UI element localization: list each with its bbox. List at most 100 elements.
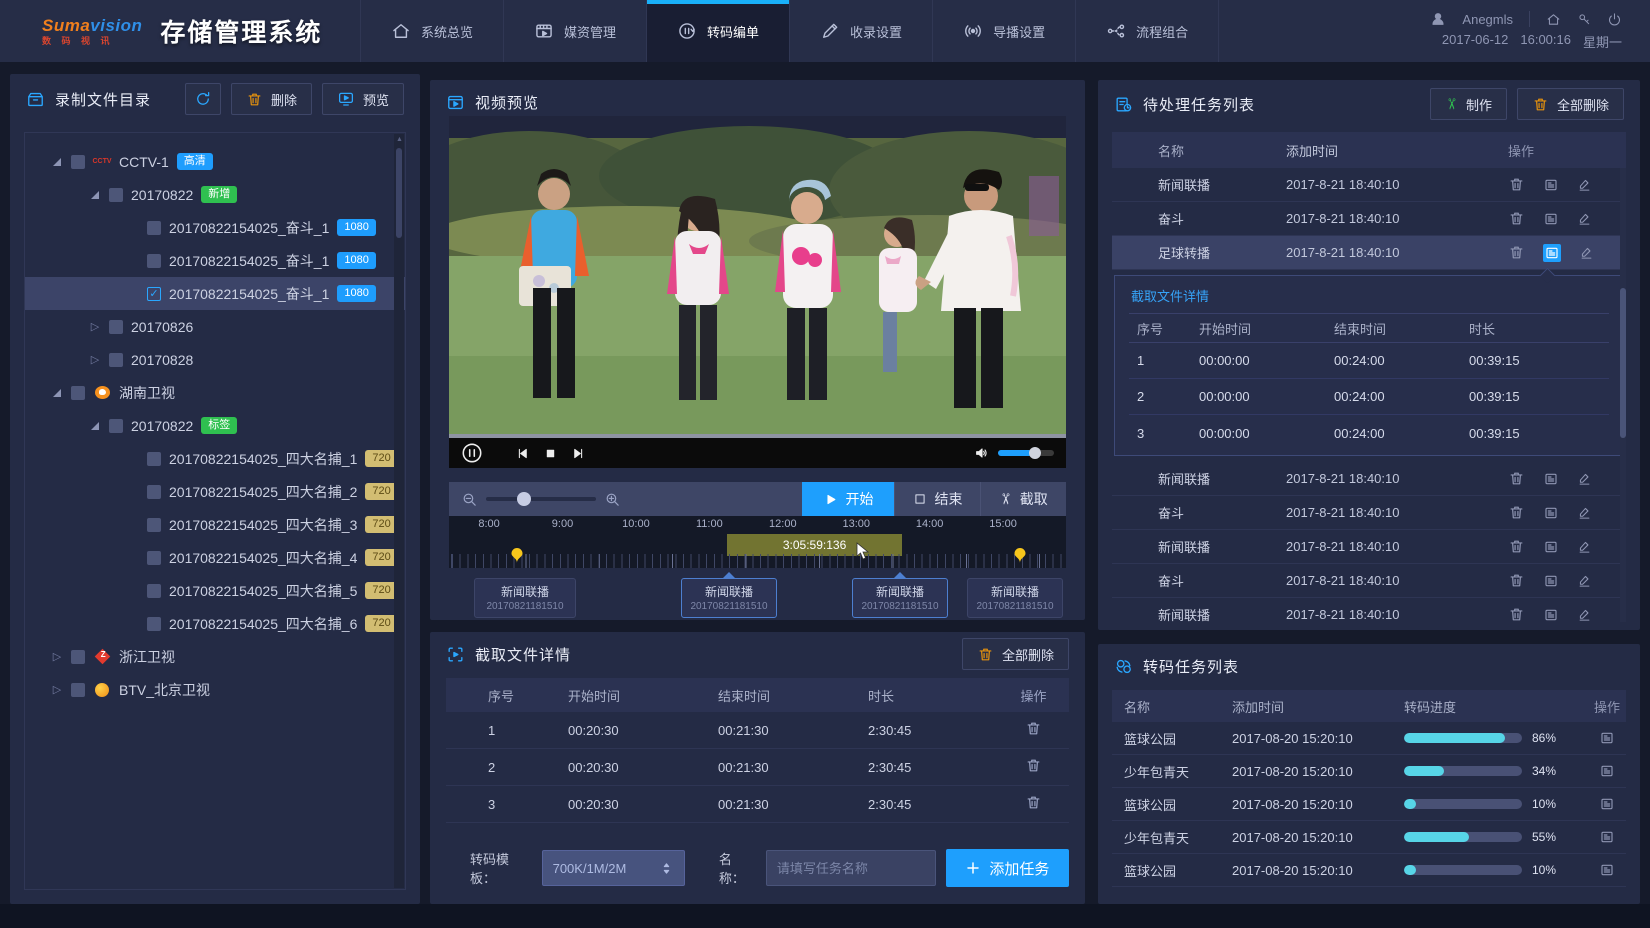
volume-icon[interactable] (974, 445, 990, 461)
edit-task-icon[interactable] (1579, 245, 1594, 260)
tree-checkbox[interactable] (147, 452, 161, 466)
pending-task-row[interactable]: 新闻联播2017-8-21 18:40:10 (1112, 168, 1626, 202)
tree-item[interactable]: ✓20170822154025_奋斗_11080 (25, 277, 405, 310)
make-button[interactable]: ✂制作 (1430, 88, 1507, 120)
home-shortcut-icon[interactable] (1546, 12, 1561, 27)
next-button[interactable] (571, 446, 586, 461)
pending-task-row[interactable]: 新闻联播2017-8-21 18:40:10 (1112, 530, 1626, 564)
detail-list-icon[interactable] (1599, 796, 1615, 812)
tree-checkbox[interactable] (147, 584, 161, 598)
tree-checkbox[interactable] (147, 617, 161, 631)
tree-item[interactable]: 20170822154025_四大名捕_4720 (25, 541, 405, 574)
pending-task-row[interactable]: 新闻联播2017-8-21 18:40:10 (1112, 462, 1626, 496)
program-block[interactable]: 新闻联播20170821181510 (852, 578, 948, 618)
tree-checkbox[interactable] (109, 320, 123, 334)
edit-task-icon[interactable] (1577, 607, 1592, 622)
tree-item[interactable]: 20170822标签 (25, 409, 405, 442)
edit-task-icon[interactable] (1577, 211, 1592, 226)
detail-list-icon[interactable] (1543, 244, 1561, 262)
program-block[interactable]: 新闻联播20170821181510 (967, 578, 1063, 618)
zoom-out-icon[interactable] (461, 491, 478, 508)
timeline-selection[interactable]: 3:05:59:136 (727, 534, 903, 556)
previous-button[interactable] (515, 446, 530, 461)
task-name-input[interactable] (766, 850, 936, 886)
expand-icon[interactable]: ▷ (89, 320, 101, 333)
delete-task-icon[interactable] (1508, 210, 1525, 227)
expand-icon[interactable]: ▷ (89, 353, 101, 366)
delete-task-icon[interactable] (1508, 538, 1525, 555)
detail-list-icon[interactable] (1599, 763, 1615, 779)
edit-task-icon[interactable] (1577, 471, 1592, 486)
delete-task-icon[interactable] (1508, 606, 1525, 622)
tree-item[interactable]: 20170822新增 (25, 178, 405, 211)
delete-task-icon[interactable] (1508, 176, 1525, 193)
detail-list-icon[interactable] (1543, 211, 1559, 227)
detail-list-icon[interactable] (1599, 862, 1615, 878)
tree-scrollbar[interactable]: ▲ (394, 134, 404, 888)
tree-checkbox[interactable] (71, 155, 85, 169)
delete-row-icon[interactable] (1025, 757, 1042, 774)
detail-list-icon[interactable] (1543, 505, 1559, 521)
detail-list-icon[interactable] (1543, 471, 1559, 487)
tree-checkbox[interactable] (147, 221, 161, 235)
nav-tab-pencil[interactable]: 收录设置 (789, 0, 932, 62)
timeline-pin[interactable] (511, 548, 522, 566)
tree-checkbox[interactable] (109, 353, 123, 367)
detail-list-icon[interactable] (1599, 829, 1615, 845)
end-button[interactable]: 结束 (894, 482, 980, 516)
password-key-icon[interactable] (1577, 12, 1591, 26)
delete-all-button[interactable]: 全部删除 (962, 638, 1069, 670)
stop-button[interactable] (544, 447, 557, 460)
tree-item[interactable]: 20170822154025_四大名捕_5720 (25, 574, 405, 607)
pending-task-row[interactable]: 奋斗2017-8-21 18:40:10 (1112, 496, 1626, 530)
tree-checkbox[interactable] (147, 518, 161, 532)
collapse-icon[interactable] (89, 191, 101, 199)
expand-icon[interactable]: ▷ (51, 650, 63, 663)
delete-task-icon[interactable] (1508, 244, 1525, 261)
expand-icon[interactable]: ▷ (51, 683, 63, 696)
template-select[interactable]: 700K/1M/2M (542, 850, 685, 886)
timeline-zoom-slider[interactable] (486, 497, 596, 501)
tree-checkbox[interactable] (71, 650, 85, 664)
refresh-button[interactable] (185, 83, 221, 115)
tree-checkbox[interactable] (109, 188, 123, 202)
timeline-pin[interactable] (1014, 548, 1025, 566)
pending-scrollbar[interactable] (1620, 168, 1626, 622)
tree-item[interactable]: ▷20170828 (25, 343, 405, 376)
timeline-ruler[interactable]: 8:009:0010:0011:0012:0013:0014:0015:00 3… (449, 516, 1066, 568)
edit-task-icon[interactable] (1577, 505, 1592, 520)
delete-button[interactable]: 删除 (231, 83, 312, 115)
preview-button[interactable]: 预览 (322, 83, 404, 115)
add-task-button[interactable]: 添加任务 (946, 849, 1069, 887)
collapse-icon[interactable] (51, 389, 63, 397)
zoom-in-icon[interactable] (604, 491, 621, 508)
start-button[interactable]: 开始 (802, 482, 894, 516)
tree-item[interactable]: 湖南卫视 (25, 376, 405, 409)
tree-checkbox[interactable] (109, 419, 123, 433)
nav-tab-film[interactable]: 媒资管理 (503, 0, 646, 62)
delete-all-button[interactable]: 全部删除 (1517, 88, 1624, 120)
volume-slider[interactable] (998, 450, 1054, 456)
tree-item[interactable]: ▷浙江卫视 (25, 640, 405, 673)
program-block[interactable]: 新闻联播20170821181510 (474, 578, 576, 618)
tree-item[interactable]: 20170822154025_四大名捕_6720 (25, 607, 405, 640)
nav-tab-home[interactable]: 系统总览 (360, 0, 503, 62)
tree-checkbox[interactable] (147, 254, 161, 268)
tree-checkbox[interactable] (71, 386, 85, 400)
detail-list-icon[interactable] (1599, 730, 1615, 746)
edit-task-icon[interactable] (1577, 177, 1592, 192)
collapse-icon[interactable] (89, 422, 101, 430)
tree-checkbox[interactable] (147, 485, 161, 499)
detail-list-icon[interactable] (1543, 177, 1559, 193)
program-block[interactable]: 新闻联播20170821181510 (681, 578, 777, 618)
detail-list-icon[interactable] (1543, 573, 1559, 589)
tree-checkbox[interactable] (71, 683, 85, 697)
detail-list-icon[interactable] (1543, 539, 1559, 555)
delete-task-icon[interactable] (1508, 504, 1525, 521)
logout-power-icon[interactable] (1607, 12, 1622, 27)
scroll-up-icon[interactable]: ▲ (396, 136, 403, 143)
collapse-icon[interactable] (51, 158, 63, 166)
pending-task-row[interactable]: 奋斗2017-8-21 18:40:10 (1112, 202, 1626, 236)
pending-task-row[interactable]: 新闻联播2017-8-21 18:40:10 (1112, 598, 1626, 622)
delete-task-icon[interactable] (1508, 470, 1525, 487)
